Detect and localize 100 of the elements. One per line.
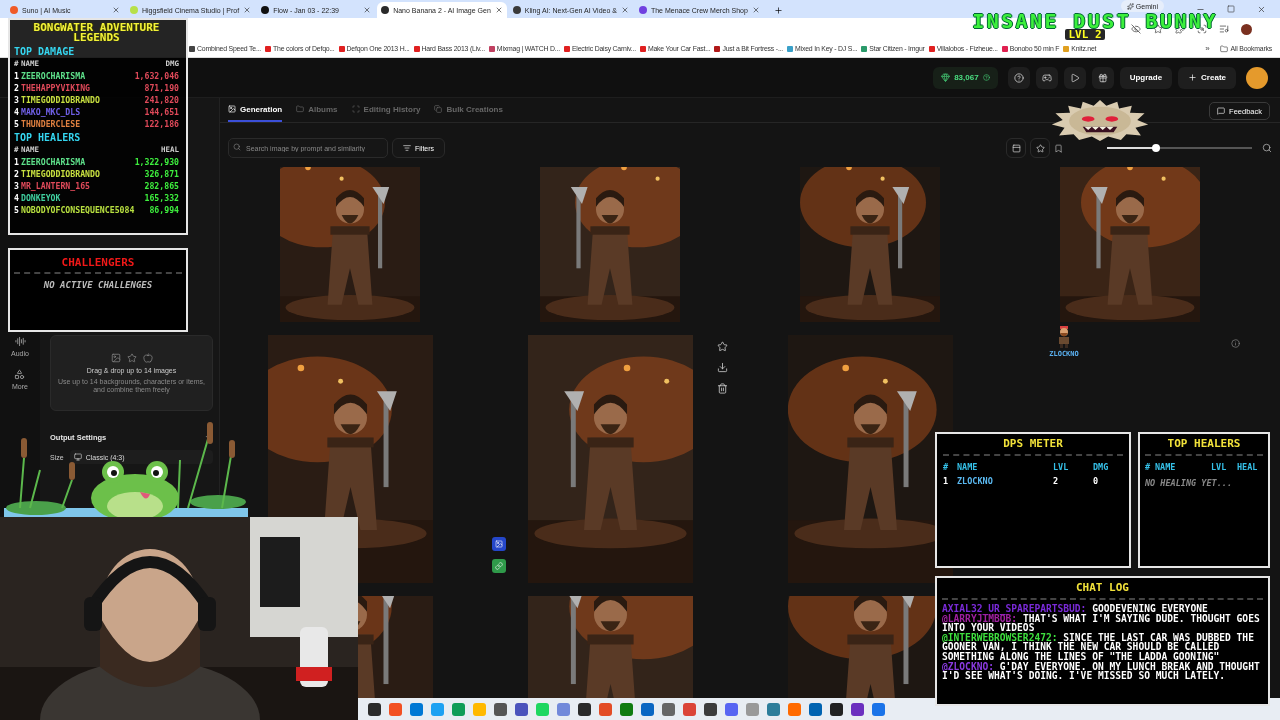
image-icon — [228, 105, 236, 113]
panel-title: DPS METER — [943, 437, 1123, 456]
help-icon — [982, 74, 990, 81]
score-value: 241,820 — [143, 94, 179, 106]
plus-icon — [1188, 73, 1198, 82]
close-icon[interactable] — [620, 6, 629, 14]
credits-badge[interactable]: 83,067 — [933, 66, 998, 89]
close-icon[interactable] — [243, 6, 252, 14]
taskbar-app-icon[interactable] — [578, 702, 591, 716]
streamer-title: INSANE DUST BUNNY — [972, 14, 1218, 29]
layout-button[interactable] — [1006, 138, 1026, 158]
viking-figure-icon — [1056, 326, 1072, 348]
star-icon — [126, 352, 137, 363]
more-bookmarks-link[interactable]: » — [1205, 44, 1210, 53]
new-tab-icon[interactable] — [773, 6, 783, 15]
download-icon[interactable] — [717, 362, 728, 373]
gem-icon — [941, 73, 951, 82]
close-icon[interactable] — [1257, 5, 1266, 14]
player-name: MR_LANTERN_165 — [21, 180, 91, 192]
panel-icon — [1011, 143, 1021, 153]
folder-icon — [296, 105, 305, 113]
damage-value: 0 — [1093, 475, 1100, 488]
audio-wave-icon — [14, 336, 26, 347]
shapes-icon — [14, 369, 26, 380]
rank-number: 3 — [14, 94, 20, 106]
message-icon — [1217, 107, 1226, 115]
player-name: ZEEROCHARISMA — [21, 70, 87, 82]
bookmark-icon[interactable] — [1054, 143, 1063, 153]
player-name: THUNDERCLESE — [21, 118, 82, 130]
copy-icon — [434, 105, 443, 113]
player-name: TIMEGODDIOBRANDO — [21, 94, 101, 106]
close-icon[interactable] — [112, 6, 120, 14]
search-icon[interactable] — [1262, 143, 1272, 153]
empty-message: NO HEALING YET... — [1145, 478, 1233, 488]
search-icon — [233, 143, 241, 151]
column-header: LVL — [1211, 461, 1228, 474]
apple-icon — [142, 352, 153, 363]
maximize-icon[interactable] — [1227, 5, 1235, 13]
upgrade-button[interactable]: Upgrade — [1119, 66, 1173, 89]
favorites-button[interactable] — [1030, 138, 1050, 158]
score-value: 1,632,046 — [134, 70, 179, 82]
score-value: 144,651 — [143, 106, 179, 118]
taskbar-app-icon[interactable] — [704, 702, 717, 716]
panel-title: CHALLENGERS — [14, 256, 182, 274]
view-tab[interactable]: Generation — [228, 98, 283, 122]
gift-button[interactable] — [1091, 66, 1114, 89]
score-value: 1,322,930 — [134, 156, 179, 168]
profile-avatar[interactable] — [1241, 23, 1252, 35]
taskbar-app-icon[interactable] — [830, 702, 843, 716]
taskbar-app-icon[interactable] — [368, 702, 381, 716]
score-value: 86,994 — [148, 204, 179, 216]
star-icon — [1035, 143, 1045, 153]
chat-message: @ZLOCKNO: G'DAY EVERYONE. ON MY LUNCH BREAK AND THOUGHT I'D SEE WHAT'S DOING. I'VE MISSED SO MUCH LATELY. — [942, 661, 1261, 681]
video-button[interactable] — [1063, 66, 1086, 89]
rank-number: 3 — [14, 180, 20, 192]
rank-number: 4 — [14, 192, 20, 204]
close-icon[interactable] — [751, 6, 760, 14]
rank-number: 2 — [14, 168, 20, 180]
slider-thumb[interactable] — [1152, 144, 1161, 152]
column-header: NAME — [1155, 461, 1177, 474]
column-header: HEAL — [1237, 461, 1259, 474]
section-title: TOP DAMAGE — [14, 46, 76, 58]
score-value: 326,871 — [143, 168, 179, 180]
score-value: 165,332 — [143, 192, 179, 204]
rank-number: 1 — [14, 70, 20, 82]
trash-icon[interactable] — [717, 383, 728, 394]
create-button[interactable]: Create — [1178, 66, 1236, 89]
gamepad-icon — [1041, 72, 1052, 83]
column-header: LVL — [1053, 461, 1070, 474]
rank-number: 2 — [14, 82, 20, 94]
taskbar-app-icon[interactable] — [494, 702, 507, 716]
rank-number: 5 — [14, 118, 20, 130]
image-icon — [495, 540, 503, 548]
info-icon[interactable] — [1231, 339, 1240, 348]
user-avatar[interactable] — [1246, 66, 1268, 89]
column-header: # — [943, 461, 950, 474]
section-title: TOP HEALERS — [14, 132, 82, 144]
empty-message: NO ACTIVE CHALLENGES — [43, 280, 153, 290]
help-icon — [1013, 72, 1024, 83]
close-icon[interactable] — [494, 6, 503, 14]
player-name: ZEEROCHARISMA — [21, 156, 87, 168]
chat-message: @LARRYJIMBOB: THAT'S WHAT I'M SAYING DUDE. THOUGHT GOES INTO YOUR VIDEOS — [942, 613, 1261, 633]
help-button[interactable] — [1007, 66, 1030, 89]
column-header: DMG — [1093, 461, 1110, 474]
taskbar-app-icon[interactable] — [851, 702, 864, 716]
image-button[interactable] — [492, 537, 506, 551]
leaderboard-title: BONGWATER ADVENTURE LEGENDS — [32, 23, 161, 43]
close-icon[interactable] — [363, 6, 372, 14]
folder-icon — [1219, 44, 1228, 53]
sparkle-icon — [1126, 2, 1134, 10]
playlist-icon[interactable] — [1219, 24, 1229, 34]
level-value: 2 — [1053, 475, 1060, 488]
eye-off-icon[interactable] — [1131, 24, 1141, 34]
rank-number: 1 — [943, 475, 950, 488]
panel-title: CHAT LOG — [942, 581, 1263, 600]
link-button[interactable] — [492, 559, 506, 573]
rank-number: 1 — [14, 156, 20, 168]
gift-icon — [1097, 72, 1108, 83]
rank-number: 5 — [14, 204, 20, 216]
score-value: 282,865 — [143, 180, 179, 192]
